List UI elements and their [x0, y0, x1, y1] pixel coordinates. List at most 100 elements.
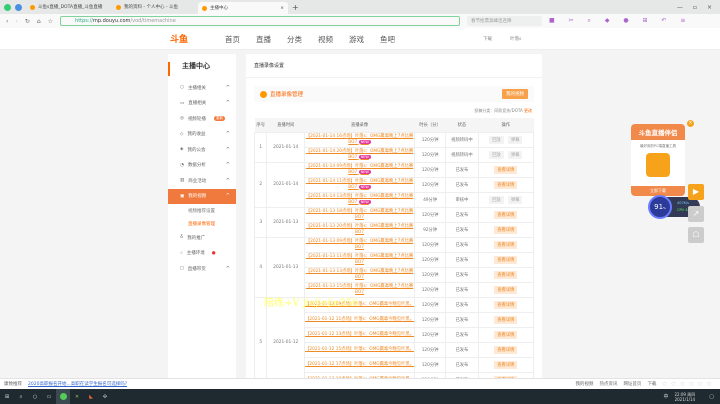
- sidebar-item[interactable]: ▭ 直播相关 ^: [168, 96, 236, 112]
- sidebar-item[interactable]: ♁ 我的推广: [168, 230, 236, 246]
- view-details-button[interactable]: 查看详情: [494, 210, 518, 219]
- robot-icon[interactable]: ☖: [688, 227, 704, 243]
- news-link[interactable]: 2020高职报名开始...高职在读学生报名可选择吗?: [28, 381, 127, 387]
- sidebar-item[interactable]: ◈ 我的公会 ^: [168, 142, 236, 158]
- nav-live[interactable]: 直播: [256, 34, 271, 45]
- view-details-button[interactable]: 查看详情: [494, 225, 518, 234]
- view-details-button[interactable]: 查看详情: [494, 240, 518, 249]
- recording-link[interactable]: 【2021-01-12 15点场】叶落s：OMG赢毒今晚见叶黑。: [305, 347, 414, 352]
- action-button[interactable]: 弹幕: [507, 195, 523, 204]
- status-home[interactable]: 网址首页: [623, 381, 641, 387]
- duration: 92分钟: [414, 221, 447, 238]
- action-button[interactable]: 回放: [489, 135, 504, 144]
- sidebar-item[interactable]: ☝ 主播环境 ●: [168, 246, 236, 262]
- status-left[interactable]: 康致推荐: [4, 381, 22, 387]
- url-input[interactable]: https://mp.douyu.com/vod/timemachine: [60, 16, 461, 26]
- play-video-icon[interactable]: ▶: [688, 184, 704, 200]
- site-header: 斗鱼 首页 直播 分类 视频 游戏 鱼吧 下载 叶落s: [0, 28, 720, 50]
- view-details-button[interactable]: 查看详情: [494, 285, 518, 294]
- browser-taskbar-icon[interactable]: [56, 389, 70, 404]
- view-details-button[interactable]: 查看详情: [494, 315, 518, 324]
- recording-link[interactable]: 【2021-01-13 11点场】叶落s：OMG赢毒晚上7点比赛 BO7: [306, 254, 413, 265]
- notification-icon[interactable]: ▢: [709, 394, 714, 400]
- recording-link[interactable]: 【2021-01-12 11点场】叶落s：OMG赢毒今晚见叶黑。: [305, 317, 414, 322]
- app-taskbar-icon[interactable]: ◣: [84, 389, 98, 404]
- view-details-button[interactable]: 查看详情: [494, 270, 518, 279]
- view-details-button[interactable]: 查看详情: [494, 330, 518, 339]
- tray-ime[interactable]: 中: [663, 393, 668, 400]
- view-details-button[interactable]: 查看详情: [494, 300, 518, 309]
- action-button[interactable]: 回放: [489, 150, 504, 159]
- promo-widget[interactable]: 斗鱼直播伴侣 最好用的PC端直播工具 立即下载: [631, 124, 685, 196]
- nav-icon[interactable]: [15, 3, 22, 11]
- status-download[interactable]: 下载: [647, 381, 656, 387]
- nav-category[interactable]: 分类: [287, 34, 302, 45]
- close-promo-icon[interactable]: ×: [687, 120, 694, 127]
- share-icon[interactable]: ↗: [688, 206, 704, 222]
- view-details-button[interactable]: 查看详情: [494, 180, 518, 189]
- recording-link[interactable]: 【2021-01-13 20点场】叶落s：OMG赢毒晚上7点比赛 BO7: [306, 224, 413, 235]
- nav-video[interactable]: 视频: [318, 34, 333, 45]
- status-hot-news[interactable]: 热点资讯: [599, 381, 617, 387]
- app-taskbar-icon[interactable]: ✕: [70, 389, 84, 404]
- task-view-icon[interactable]: ▭: [42, 389, 56, 404]
- forward-icon[interactable]: ›: [15, 18, 17, 25]
- close-window-button[interactable]: ×: [707, 4, 712, 11]
- star-icon[interactable]: ☆: [48, 18, 53, 25]
- nav-home[interactable]: 首页: [225, 34, 240, 45]
- back-icon[interactable]: ‹: [6, 18, 8, 25]
- sidebar-item-my-video[interactable]: ▣ 我的视频 ^: [168, 188, 236, 204]
- recording-link[interactable]: 【2021-01-12 13点场】叶落s：OMG赢毒今晚见叶黑。: [305, 332, 414, 337]
- status: 视频转码中: [445, 146, 479, 163]
- recording-link[interactable]: 【2021-01-13 18点场】叶落s：OMG赢毒晚上7点比赛 BO7: [306, 209, 413, 220]
- status-my-video[interactable]: 我的视频: [575, 381, 593, 387]
- recording-link[interactable]: 【2021-01-13 15点场】叶落s：OMG赢毒晚上7点比赛 BO7: [306, 284, 413, 295]
- browser-tab[interactable]: 斗鱼s直播_DOTA直播_斗鱼直播: [26, 1, 108, 13]
- view-details-button[interactable]: 查看详情: [494, 360, 518, 369]
- recording-link[interactable]: 【2021-01-12 17点场】叶落s：OMG赢毒今晚见叶黑。: [305, 362, 414, 367]
- app-taskbar-icon[interactable]: ✣: [98, 389, 112, 404]
- clock[interactable]: 22:09 周四 2021/1/14: [674, 392, 695, 402]
- action-button[interactable]: 弹幕: [507, 135, 523, 144]
- sidebar-subitem[interactable]: 视频推荐设置: [168, 204, 236, 217]
- sidebar-item[interactable]: ○ 主播相关 ^: [168, 80, 236, 96]
- search-icon[interactable]: ⌕: [14, 389, 28, 404]
- new-tab-button[interactable]: +: [292, 3, 299, 12]
- action-button[interactable]: 回放: [489, 195, 504, 204]
- sidebar-item[interactable]: ◻ 直播带货 ^: [168, 261, 236, 277]
- view-details-button[interactable]: 查看详情: [494, 345, 518, 354]
- close-tab-icon[interactable]: ×: [280, 6, 284, 11]
- search-input[interactable]: 春节抢票高峰连连降: [467, 16, 543, 26]
- reload-icon[interactable]: ↻: [25, 18, 30, 25]
- sidebar-item[interactable]: ◇ 我的收益 ^: [168, 127, 236, 143]
- home-icon[interactable]: ⌂: [37, 18, 41, 25]
- recording-link[interactable]: 【2021-01-13 09点场】叶落s：OMG赢毒晚上7点比赛 BO7: [306, 239, 413, 250]
- view-details-button[interactable]: 查看详情: [494, 165, 518, 174]
- windows-start-icon[interactable]: ⊞: [0, 389, 14, 404]
- browser-tab[interactable]: 我的资料 - 个人中心 - 斗鱼: [112, 1, 194, 13]
- nav-game[interactable]: 游戏: [349, 34, 364, 45]
- sidebar-subitem-active[interactable]: 直播录像管理: [168, 217, 236, 230]
- maximize-button[interactable]: ▫: [693, 4, 697, 11]
- sidebar-item[interactable]: ◎ 视频轮播 更新: [168, 111, 236, 127]
- download-link[interactable]: 下载: [483, 36, 492, 42]
- taskbar: ⊞ ⌕ ○ ▭ ✕ ◣ ✣ 中 22:09 周四 2021/1/14 ▢: [0, 389, 720, 404]
- promo-subtitle: 最好用的PC端直播工具: [639, 144, 677, 148]
- recording-link[interactable]: 【2021-01-13 13点场】叶落s：OMG赢毒晚上7点比赛 BO7: [306, 269, 413, 280]
- douyu-logo[interactable]: 斗鱼: [170, 32, 188, 45]
- browser-tab-active[interactable]: 主播中心 ×: [198, 2, 288, 14]
- minimize-button[interactable]: —: [677, 4, 683, 11]
- toolbar-icons[interactable]: ■ ✂ ⌕ ◆ ● ⊞ ↶ ≡: [549, 17, 691, 25]
- cortana-icon[interactable]: ○: [28, 389, 42, 404]
- user-menu[interactable]: 叶落s: [510, 36, 521, 42]
- sidebar-item[interactable]: ▥ 商业活动 ^: [168, 173, 236, 189]
- my-video-button[interactable]: 我的视频: [502, 89, 528, 99]
- action-button[interactable]: 弹幕: [507, 150, 523, 159]
- nav-yuba[interactable]: 鱼吧: [380, 34, 395, 45]
- address-bar-row: ‹ › ↻ ⌂ ☆ https://mp.douyu.com/vod/timemachi…: [0, 14, 720, 28]
- view-details-button[interactable]: 查看详情: [494, 255, 518, 264]
- sidebar-item[interactable]: ◔ 数据分析 ^: [168, 158, 236, 174]
- change-category-link[interactable]: 更改: [524, 108, 532, 113]
- sidebar: 主播中心 ○ 主播相关 ^ ▭ 直播相关 ^ ◎ 视频轮播 更新 ◇ 我的收益 ^ ◈ 我的公会 ^…: [168, 54, 236, 378]
- tab-label: 我的资料 - 个人中心 - 斗鱼: [124, 5, 178, 10]
